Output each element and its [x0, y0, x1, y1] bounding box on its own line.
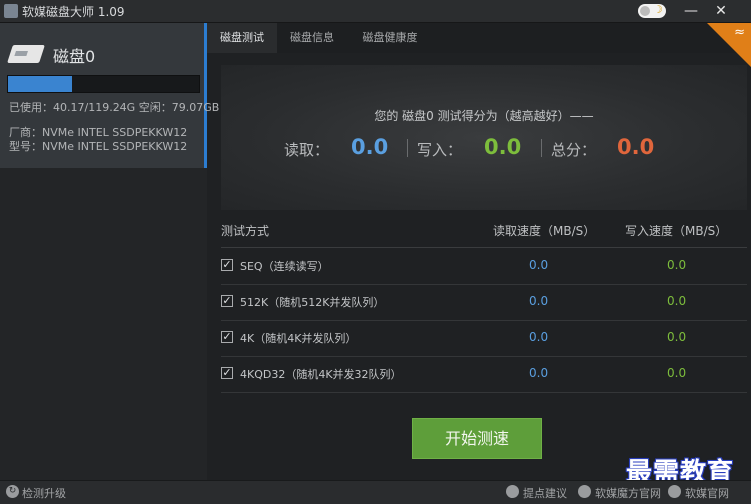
app-logo-icon [4, 4, 18, 18]
official-site-link[interactable]: 软媒官网 [685, 485, 729, 501]
window-title: 软媒磁盘大师 1.09 [22, 5, 125, 19]
feedback-link[interactable]: 提点建议 [523, 485, 567, 501]
tab-disk-test[interactable]: 磁盘测试 [207, 23, 277, 53]
score-divider [407, 139, 408, 157]
table-row: ✓ 512K（随机512K并发队列） 0.0 0.0 [221, 284, 747, 321]
score-panel: 您的 磁盘0 测试得分为（越高越好）—— 读取： 0.0 写入： 0.0 总分：… [221, 65, 747, 210]
read-score-label: 读取： [284, 141, 330, 159]
read-speed: 0.0 [529, 258, 549, 272]
usage-bar-fill [8, 76, 73, 92]
table-row: ✓ 4KQD32（随机4K并发32队列） 0.0 0.0 [221, 356, 747, 393]
header-mode: 测试方式 [221, 224, 270, 238]
start-test-button[interactable]: 开始测速 [412, 418, 542, 459]
test-mode: 512K（随机512K并发队列） [240, 296, 385, 309]
write-speed: 0.0 [667, 258, 687, 272]
mofang-icon [578, 485, 591, 498]
total-score-label: 总分： [551, 141, 597, 159]
row-checkbox[interactable]: ✓ [221, 295, 233, 307]
write-score-value: 0.0 [484, 135, 522, 159]
row-checkbox[interactable]: ✓ [221, 367, 233, 379]
disk-card[interactable]: 磁盘0 已使用：40.17/119.24G 空闲：79.07GB 厂商：NVMe… [0, 23, 219, 168]
header-write-speed: 写入速度（MB/S） [625, 224, 728, 238]
tab-bar: 磁盘测试 磁盘信息 磁盘健康度 ≈ [207, 23, 751, 67]
title-bar: 软媒磁盘大师 1.09 ☽ — ✕ [0, 0, 751, 23]
table-row: ✓ 4K（随机4K并发队列） 0.0 0.0 [221, 320, 747, 357]
update-icon: ↻ [6, 485, 19, 498]
row-checkbox[interactable]: ✓ [221, 331, 233, 343]
toggle-knob [640, 6, 650, 16]
usage-text: 已使用：40.17/119.24G 空闲：79.07GB [9, 101, 220, 114]
feedback-icon [506, 485, 519, 498]
minimize-button[interactable]: — [680, 1, 702, 21]
ruanmei-icon [668, 485, 681, 498]
status-bar: ↻ 检测升级 提点建议 软媒魔方官网 软媒官网 [0, 480, 751, 504]
score-divider [541, 139, 542, 157]
row-checkbox[interactable]: ✓ [221, 259, 233, 271]
model-text: 型号：NVMe INTEL SSDPEKKW12 [9, 140, 188, 153]
theme-toggle[interactable]: ☽ [638, 3, 666, 18]
collapse-icon: ≈ [734, 25, 745, 40]
check-update-link[interactable]: 检测升级 [22, 485, 66, 501]
read-speed: 0.0 [529, 294, 549, 308]
read-speed: 0.0 [529, 330, 549, 344]
tab-disk-info[interactable]: 磁盘信息 [279, 23, 345, 53]
read-speed: 0.0 [529, 366, 549, 380]
disk-name: 磁盘0 [53, 47, 96, 66]
usage-bar [7, 75, 200, 93]
sidebar: 磁盘0 已使用：40.17/119.24G 空闲：79.07GB 厂商：NVMe… [0, 23, 219, 480]
test-mode: SEQ（连续读写） [240, 260, 329, 273]
tab-disk-health[interactable]: 磁盘健康度 [347, 23, 433, 53]
score-caption: 您的 磁盘0 测试得分为（越高越好）—— [374, 109, 594, 123]
hard-disk-icon [7, 45, 45, 63]
write-speed: 0.0 [667, 294, 687, 308]
close-button[interactable]: ✕ [710, 1, 732, 21]
header-read-speed: 读取速度（MB/S） [493, 224, 596, 238]
test-mode: 4KQD32（随机4K并发32队列） [240, 368, 402, 381]
read-score-value: 0.0 [351, 135, 389, 159]
test-mode: 4K（随机4K并发队列） [240, 332, 357, 345]
moon-icon: ☽ [653, 3, 663, 16]
mofang-site-link[interactable]: 软媒魔方官网 [595, 485, 661, 501]
write-score-label: 写入： [417, 141, 463, 159]
write-speed: 0.0 [667, 330, 687, 344]
write-speed: 0.0 [667, 366, 687, 380]
total-score-value: 0.0 [617, 135, 655, 159]
table-row: ✓ SEQ（连续读写） 0.0 0.0 [221, 248, 747, 285]
